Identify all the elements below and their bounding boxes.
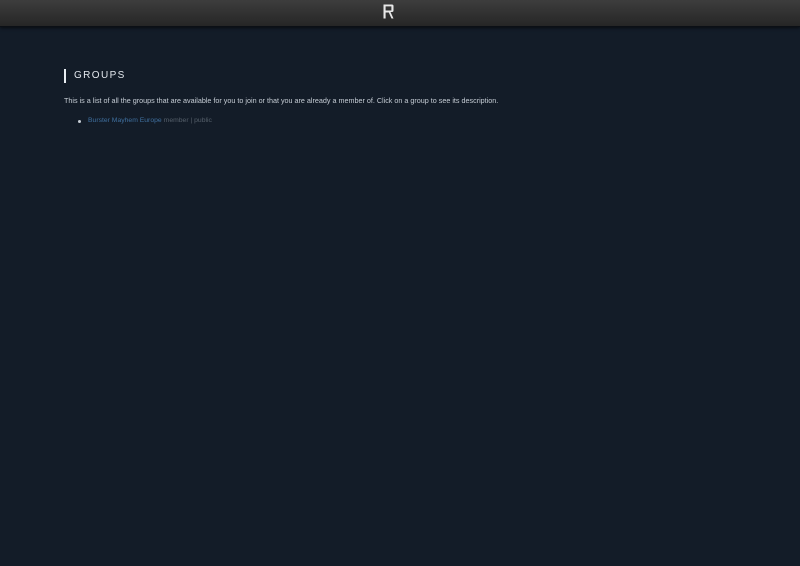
list-item: Burster Mayhem Europe member | public — [64, 116, 764, 126]
group-meta: member | public — [163, 117, 212, 124]
bullet-icon — [78, 119, 81, 123]
intro-text: This is a list of all the groups that ar… — [64, 96, 499, 105]
page-heading: GROUPS — [64, 69, 764, 83]
page-title: GROUPS — [74, 70, 126, 81]
heading-accent-bar — [64, 69, 66, 83]
groups-section: GROUPS This is a list of all the groups … — [64, 69, 764, 126]
top-bar — [0, 0, 800, 27]
group-link[interactable]: Burster Mayhem Europe — [88, 116, 162, 126]
group-list: Burster Mayhem Europe member | public — [64, 116, 764, 126]
r-logo-icon[interactable] — [383, 4, 394, 19]
